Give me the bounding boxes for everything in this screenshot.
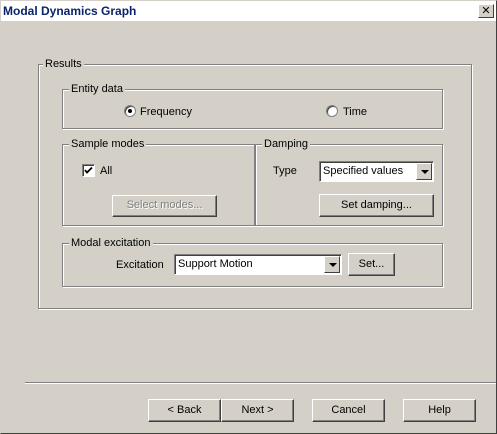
entity-data-group: Entity data	[62, 83, 443, 129]
set-damping-button[interactable]: Set damping...	[319, 194, 434, 217]
excitation-select[interactable]: Support Motion	[174, 254, 342, 275]
chevron-down-icon	[329, 263, 337, 267]
cancel-button[interactable]: Cancel	[312, 399, 385, 422]
sample-modes-legend: Sample modes	[69, 138, 147, 150]
time-label[interactable]: Time	[343, 106, 367, 118]
time-radio[interactable]	[326, 105, 338, 117]
damping-legend: Damping	[262, 138, 311, 150]
next-button[interactable]: Next >	[221, 399, 294, 422]
set-excitation-button[interactable]: Set...	[348, 253, 395, 276]
radio-selected-dot	[128, 109, 132, 113]
all-checkbox[interactable]	[82, 164, 95, 177]
all-label[interactable]: All	[100, 165, 112, 177]
select-modes-button[interactable]: Select modes...	[112, 195, 217, 217]
entity-data-legend: Entity data	[69, 83, 125, 95]
type-label: Type	[273, 165, 297, 177]
back-button[interactable]: < Back	[148, 399, 221, 422]
excitation-label: Excitation	[116, 259, 164, 271]
frequency-label[interactable]: Frequency	[140, 106, 192, 118]
close-icon: ✕	[481, 4, 491, 17]
modal-excitation-legend: Modal excitation	[69, 237, 153, 249]
help-button[interactable]: Help	[403, 399, 476, 422]
modal-dynamics-graph-dialog: Modal Dynamics Graph ✕ Results Entity da…	[0, 0, 497, 434]
title-bar: Modal Dynamics Graph ✕	[1, 1, 496, 21]
dropdown-button[interactable]	[416, 163, 432, 180]
chevron-down-icon	[421, 170, 429, 174]
results-legend: Results	[43, 58, 84, 70]
dropdown-button[interactable]	[324, 256, 340, 273]
damping-type-value: Specified values	[323, 165, 404, 177]
close-button[interactable]: ✕	[478, 4, 494, 18]
excitation-value: Support Motion	[178, 258, 253, 270]
frequency-radio[interactable]	[124, 105, 136, 117]
damping-type-select[interactable]: Specified values	[319, 161, 434, 182]
footer-separator	[25, 382, 496, 384]
window-title: Modal Dynamics Graph	[3, 4, 137, 18]
checkmark-icon	[84, 166, 93, 174]
